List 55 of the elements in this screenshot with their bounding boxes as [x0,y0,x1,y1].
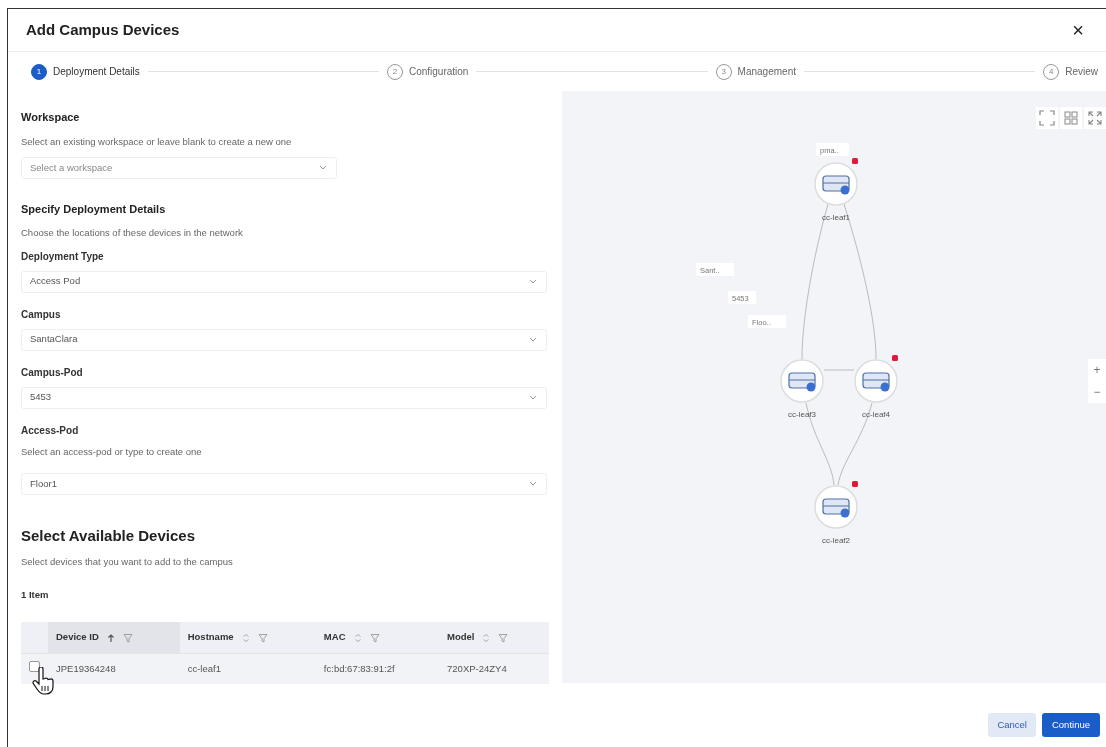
section-description: Select an existing workspace or leave blank to create a new one [21,134,293,149]
filter-icon [369,632,380,643]
node-label: cc-leaf2 [822,536,850,545]
field-label: Campus [21,307,62,322]
step-tab[interactable]: 4 Review [1043,63,1098,80]
zoom-in-button[interactable]: + [1088,359,1106,381]
cancel-button[interactable]: Cancel [988,712,1036,738]
node-label: cc-leaf3 [788,410,816,419]
step-tab[interactable]: 2 Configuration [386,63,469,80]
filter-icon [257,632,268,643]
table-cell: cc-leaf1 [187,662,221,674]
continue-button[interactable]: Continue [1041,712,1100,738]
fit-screen-icon [1038,109,1056,127]
field-label: Campus-Pod [21,365,84,380]
switch-node[interactable] [854,359,898,403]
filter-icon [498,632,509,643]
chevron-down-icon [528,277,538,286]
select-field[interactable]: 5453 [21,386,547,409]
column-header[interactable]: Model [447,630,475,645]
expand-button[interactable] [1084,107,1106,129]
expand-icon [1086,109,1104,127]
select-field[interactable]: Access Pod [21,270,547,293]
close-button[interactable]: × [1068,20,1088,40]
filter-icon [122,632,133,643]
dialog-title: Add Campus Devices [26,19,180,40]
section-description: Choose the locations of these devices in the network [21,226,244,241]
column-header[interactable]: Device ID [56,630,99,645]
field-hint: Select an access-pod or type to create one [21,444,203,459]
section-heading: Specify Deployment Details [21,201,167,217]
step-tab[interactable]: 1 Deployment Details [31,63,140,80]
column-header[interactable]: MAC [323,630,346,645]
node-label: cc-leaf4 [862,410,890,419]
section-heading: Workspace [21,110,81,125]
zoom-out-button[interactable]: − [1088,381,1106,403]
field-label: Access-Pod [21,423,80,438]
switch-node[interactable] [814,162,858,206]
table-cell: fc:bd:67:83:91:2f [323,662,395,674]
select-field[interactable]: SantaClara [21,328,547,351]
item-count: 1 Item [21,587,50,602]
hand-cursor-icon [31,667,55,695]
chevron-down-icon [528,393,538,402]
chevron-down-icon [528,335,538,344]
select-field[interactable]: Select a workspace [21,156,337,179]
select-field[interactable]: Floor1 [21,472,547,495]
switch-node[interactable] [780,359,824,403]
node-label: cc-leaf1 [822,213,850,222]
field-label: Deployment Type [21,249,105,264]
table-cell: JPE19364248 [56,662,116,674]
step-tab[interactable]: 3 Management [715,63,796,80]
table-cell: 720XP-24ZY4 [447,662,507,674]
section-description: Select devices that you want to add to the campus [21,555,234,570]
section-heading: Select Available Devices [21,525,196,546]
switch-node[interactable] [814,485,858,529]
column-header[interactable]: Hostname [187,630,234,645]
grid-icon [1062,109,1080,127]
